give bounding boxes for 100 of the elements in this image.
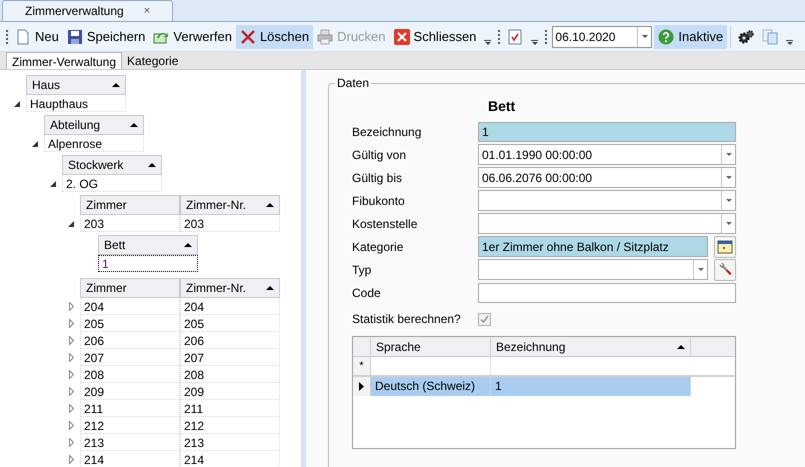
combo-field[interactable]: 06.06.2076 00:00:00 bbox=[478, 167, 736, 188]
expand-icon[interactable] bbox=[68, 421, 74, 430]
tree-cell[interactable]: 203 bbox=[80, 215, 180, 232]
expand-icon[interactable] bbox=[68, 302, 74, 311]
combo-field[interactable]: 01.01.1990 00:00:00 bbox=[478, 144, 736, 165]
sort-arrow-icon bbox=[677, 344, 685, 348]
tree-cell[interactable]: 209 bbox=[180, 383, 280, 400]
printer-icon bbox=[317, 28, 334, 44]
field-label: Code bbox=[352, 284, 382, 302]
collapse-icon[interactable] bbox=[32, 140, 38, 146]
sort-arrow-icon bbox=[184, 243, 192, 247]
tree-cell[interactable]: 203 bbox=[180, 215, 280, 232]
tree-cell[interactable]: Haupthaus bbox=[26, 95, 126, 112]
dropdown-arrow-icon bbox=[642, 35, 648, 38]
expand-icon[interactable] bbox=[68, 455, 74, 464]
expand-icon[interactable] bbox=[68, 353, 74, 362]
grid-cell[interactable]: Deutsch (Schweiz) bbox=[371, 377, 491, 396]
tab[interactable]: Kategorie bbox=[122, 52, 184, 69]
column-header[interactable]: Zimmer bbox=[80, 278, 180, 298]
combo-field[interactable] bbox=[478, 190, 736, 211]
tree-cell[interactable]: 204 bbox=[180, 298, 280, 315]
collapse-icon[interactable] bbox=[14, 100, 20, 106]
tree-cell[interactable]: 207 bbox=[180, 349, 280, 366]
tool-button[interactable] bbox=[714, 258, 736, 280]
tab[interactable]: Zimmer-Verwaltung bbox=[6, 52, 122, 69]
tree-cell[interactable]: 2. OG bbox=[62, 175, 162, 192]
column-header[interactable]: Stockwerk bbox=[62, 155, 162, 175]
column-header[interactable]: Bezeichnung bbox=[491, 337, 691, 356]
help-icon bbox=[658, 28, 674, 44]
document-icon bbox=[15, 28, 31, 44]
expand-icon[interactable] bbox=[68, 370, 74, 379]
column-header[interactable]: Abteilung bbox=[44, 115, 144, 135]
calendar-button[interactable] bbox=[714, 236, 736, 258]
expand-icon[interactable] bbox=[68, 387, 74, 396]
grip-icon[interactable] bbox=[545, 30, 548, 44]
toolbar-button[interactable]: Verwerfen bbox=[149, 24, 236, 48]
expand-icon[interactable] bbox=[68, 404, 74, 413]
text-field[interactable] bbox=[478, 282, 736, 302]
column-header[interactable]: Zimmer-Nr. bbox=[180, 278, 280, 298]
checklist-icon bbox=[507, 28, 524, 44]
toolbar-button[interactable]: Schliessen bbox=[390, 24, 480, 48]
dropdown-arrow-icon bbox=[698, 268, 704, 271]
tree-cell[interactable]: 212 bbox=[180, 417, 280, 434]
tree-cell[interactable]: 1 bbox=[98, 255, 198, 272]
expand-icon[interactable] bbox=[68, 336, 74, 345]
field-label: Fibukonto bbox=[352, 192, 406, 210]
field-label: Kostenstelle bbox=[352, 216, 418, 232]
toolbar-button[interactable]: Neu bbox=[11, 24, 63, 48]
date-field[interactable]: 06.10.2020 bbox=[552, 26, 652, 48]
toolbar-button[interactable]: Löschen bbox=[236, 24, 314, 48]
tree-cell[interactable]: Alpenrose bbox=[44, 135, 144, 152]
close-icon bbox=[394, 28, 410, 44]
column-header[interactable]: Zimmer-Nr. bbox=[180, 195, 280, 215]
column-header[interactable]: Sprache bbox=[371, 337, 491, 356]
collapse-icon[interactable] bbox=[68, 220, 74, 226]
lookup-field[interactable]: 1er Zimmer ohne Balkon / Sitzplatz bbox=[478, 236, 708, 257]
tree-cell[interactable]: 208 bbox=[180, 366, 280, 383]
document-tab[interactable]: Zimmerverwaltung × bbox=[2, 0, 174, 21]
combo-field[interactable] bbox=[478, 259, 708, 280]
tree-cell[interactable]: 209 bbox=[80, 383, 180, 400]
tree-cell[interactable]: 211 bbox=[180, 400, 280, 417]
overflow-icon[interactable] bbox=[786, 40, 794, 45]
field-label: Kategorie bbox=[352, 238, 404, 256]
sort-arrow-icon bbox=[112, 83, 120, 87]
toolbar-button[interactable]: Speichern bbox=[62, 24, 150, 48]
tree-cell[interactable]: 206 bbox=[180, 332, 280, 349]
tree-cell[interactable]: 213 bbox=[80, 434, 180, 451]
grid-cell[interactable]: 1 bbox=[491, 377, 691, 396]
overflow-icon[interactable] bbox=[531, 40, 538, 45]
toolbar-button[interactable]: Inaktive bbox=[654, 24, 728, 48]
tree-cell[interactable]: 204 bbox=[80, 298, 180, 315]
overflow-icon[interactable] bbox=[484, 40, 492, 45]
tree-cell[interactable]: 208 bbox=[80, 366, 180, 383]
checkmark-icon bbox=[480, 314, 489, 324]
tree-cell[interactable]: 212 bbox=[80, 417, 180, 434]
text-field[interactable]: 1 bbox=[478, 122, 736, 142]
dropdown-arrow-icon bbox=[726, 176, 732, 179]
field-label: Typ bbox=[352, 262, 372, 278]
wrench-icon bbox=[717, 262, 733, 278]
tree-cell[interactable]: 214 bbox=[180, 451, 280, 467]
collapse-icon[interactable] bbox=[50, 180, 56, 186]
expand-icon[interactable] bbox=[68, 438, 74, 447]
combo-field[interactable] bbox=[478, 213, 736, 234]
column-header[interactable]: Bett bbox=[98, 235, 198, 255]
save-icon bbox=[66, 28, 83, 44]
grip-icon[interactable] bbox=[498, 30, 500, 44]
tree-cell[interactable]: 214 bbox=[80, 451, 180, 467]
tree-cell[interactable]: 207 bbox=[80, 349, 180, 366]
tree-cell[interactable]: 205 bbox=[180, 315, 280, 332]
group-title: Daten bbox=[335, 76, 372, 90]
close-button[interactable]: × bbox=[144, 2, 150, 20]
tree-cell[interactable]: 213 bbox=[180, 434, 280, 451]
tree-cell[interactable]: 211 bbox=[80, 400, 180, 417]
tree-cell[interactable]: 205 bbox=[80, 315, 180, 332]
tree-cell[interactable]: 206 bbox=[80, 332, 180, 349]
new-row-marker: * bbox=[353, 357, 371, 375]
expand-icon[interactable] bbox=[68, 319, 74, 328]
column-header[interactable]: Haus bbox=[26, 75, 126, 95]
dropdown-arrow-icon bbox=[726, 153, 732, 156]
column-header[interactable]: Zimmer bbox=[80, 195, 180, 215]
